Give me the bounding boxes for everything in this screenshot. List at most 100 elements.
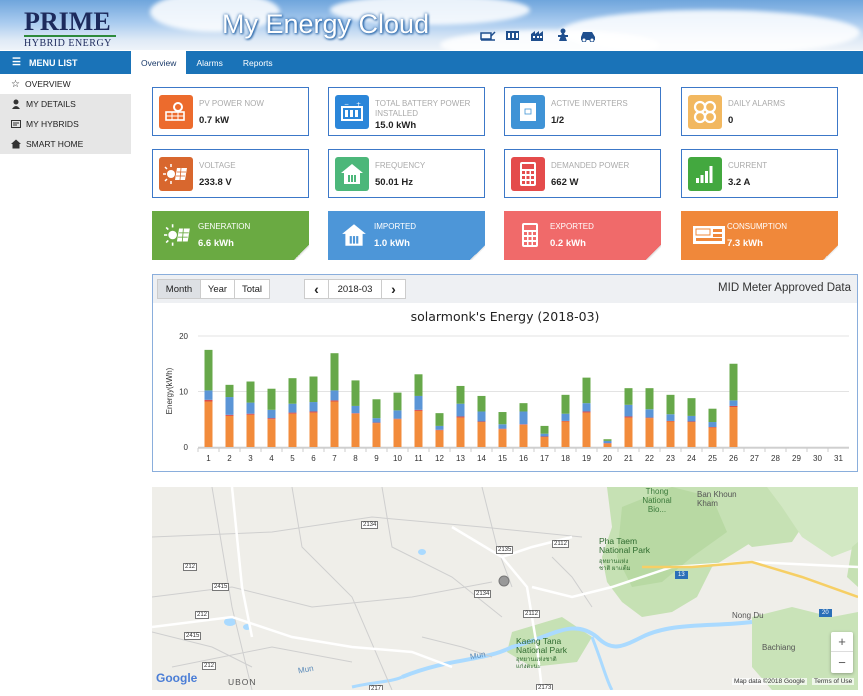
bar-segment[interactable] <box>498 428 507 430</box>
menu-list-header[interactable]: ☰ MENU LIST <box>0 51 131 74</box>
bar-segment[interactable] <box>309 412 318 447</box>
bar-segment[interactable] <box>456 417 465 447</box>
tab-overview[interactable]: Overview <box>131 51 187 74</box>
bar-segment[interactable] <box>246 402 255 414</box>
bar-segment[interactable] <box>414 409 423 411</box>
bar-segment[interactable] <box>246 381 255 403</box>
prev-period-button[interactable]: ‹ <box>304 279 329 299</box>
bar-segment[interactable] <box>582 412 591 447</box>
bar-segment[interactable] <box>309 402 318 412</box>
bar-segment[interactable] <box>519 424 528 447</box>
bar-segment[interactable] <box>729 407 738 447</box>
bar-segment[interactable] <box>288 403 297 413</box>
next-period-button[interactable]: › <box>381 279 406 299</box>
bar-segment[interactable] <box>372 418 381 423</box>
bar-segment[interactable] <box>393 419 402 447</box>
bar-segment[interactable] <box>582 377 591 404</box>
bar-segment[interactable] <box>708 427 717 428</box>
imported-card[interactable]: IMPORTED 1.0 kWh <box>328 211 485 260</box>
bar-segment[interactable] <box>393 410 402 419</box>
bar-segment[interactable] <box>666 421 675 447</box>
location-marker[interactable] <box>498 575 510 587</box>
bar-segment[interactable] <box>498 424 507 429</box>
solar-panel-icon[interactable] <box>480 28 496 42</box>
bar-segment[interactable] <box>687 398 696 416</box>
sidebar-item-my-details[interactable]: MY DETAILS <box>0 94 131 114</box>
bar-segment[interactable] <box>330 401 339 447</box>
bar-segment[interactable] <box>288 378 297 404</box>
bar-segment[interactable] <box>330 400 339 402</box>
bar-segment[interactable] <box>687 422 696 447</box>
bar-segment[interactable] <box>246 414 255 447</box>
bar-segment[interactable] <box>309 376 318 403</box>
bar-segment[interactable] <box>267 388 276 410</box>
bar-segment[interactable] <box>666 420 675 422</box>
bar-segment[interactable] <box>645 388 654 410</box>
bar-segment[interactable] <box>561 394 570 414</box>
bar-segment[interactable] <box>225 397 234 415</box>
bar-segment[interactable] <box>561 420 570 422</box>
bar-segment[interactable] <box>624 417 633 447</box>
bar-segment[interactable] <box>729 405 738 408</box>
location-map[interactable]: Thong National Bio... Ban Khoun Kham Pha… <box>152 487 858 690</box>
bar-segment[interactable] <box>540 433 549 437</box>
bar-segment[interactable] <box>477 422 486 447</box>
map-terms-link[interactable]: Terms of Use <box>812 678 855 685</box>
bar-segment[interactable] <box>225 414 234 416</box>
bar-segment[interactable] <box>351 413 360 414</box>
sidebar-item-smart-home[interactable]: SMART HOME <box>0 134 131 154</box>
bar-segment[interactable] <box>204 349 213 391</box>
bar-segment[interactable] <box>666 394 675 415</box>
bar-segment[interactable] <box>477 421 486 423</box>
bar-segment[interactable] <box>687 421 696 423</box>
tab-alarms[interactable]: Alarms <box>186 51 232 74</box>
bar-segment[interactable] <box>603 439 612 441</box>
bar-segment[interactable] <box>330 353 339 391</box>
bar-segment[interactable] <box>624 416 633 418</box>
bar-segment[interactable] <box>351 405 360 414</box>
bar-segment[interactable] <box>603 440 612 444</box>
bar-segment[interactable] <box>708 427 717 447</box>
month-button[interactable]: Month <box>157 279 201 299</box>
tower-icon[interactable] <box>555 28 571 42</box>
sidebar-item-overview[interactable]: ☆ OVERVIEW <box>0 74 131 94</box>
bar-segment[interactable] <box>708 408 717 423</box>
bar-segment[interactable] <box>666 414 675 421</box>
bar-segment[interactable] <box>435 425 444 430</box>
bar-segment[interactable] <box>708 422 717 428</box>
bar-segment[interactable] <box>225 415 234 447</box>
bar-segment[interactable] <box>435 413 444 426</box>
generation-card[interactable]: GENERATION 6.6 kWh <box>152 211 309 260</box>
bar-segment[interactable] <box>372 422 381 424</box>
bar-segment[interactable] <box>498 412 507 425</box>
bar-segment[interactable] <box>645 418 654 447</box>
bar-segment[interactable] <box>624 404 633 417</box>
google-logo[interactable]: Google <box>156 671 197 685</box>
bar-segment[interactable] <box>540 436 549 438</box>
bar-segment[interactable] <box>288 413 297 447</box>
exported-card[interactable]: EXPORTED 0.2 kWh <box>504 211 661 260</box>
bar-segment[interactable] <box>582 403 591 412</box>
bar-segment[interactable] <box>645 417 654 419</box>
bar-segment[interactable] <box>372 423 381 447</box>
bar-segment[interactable] <box>540 425 549 434</box>
bar-segment[interactable] <box>246 413 255 415</box>
bar-segment[interactable] <box>204 399 213 402</box>
bar-segment[interactable] <box>561 413 570 421</box>
bar-segment[interactable] <box>393 392 402 411</box>
bar-segment[interactable] <box>498 429 507 447</box>
bar-segment[interactable] <box>414 374 423 396</box>
bar-segment[interactable] <box>582 411 591 413</box>
bar-segment[interactable] <box>435 430 444 447</box>
zoom-out-button[interactable]: − <box>831 652 853 672</box>
bar-segment[interactable] <box>351 380 360 406</box>
bar-segment[interactable] <box>624 388 633 405</box>
bar-segment[interactable] <box>225 384 234 398</box>
bar-segment[interactable] <box>477 411 486 422</box>
bar-segment[interactable] <box>267 409 276 419</box>
bar-segment[interactable] <box>729 400 738 406</box>
bar-segment[interactable] <box>414 410 423 447</box>
bar-segment[interactable] <box>519 403 528 412</box>
bar-segment[interactable] <box>204 390 213 400</box>
bar-segment[interactable] <box>267 419 276 447</box>
